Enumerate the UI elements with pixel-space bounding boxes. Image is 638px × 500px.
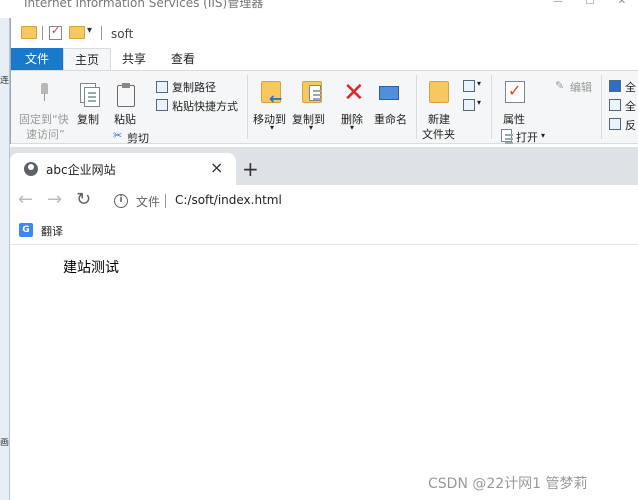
quick-access-toolbar: ▾ soft: [11, 18, 638, 48]
paste-icon: [117, 83, 135, 107]
iis-left-fragment: 画: [0, 438, 10, 448]
edit-icon: ✎: [555, 79, 565, 92]
new-tab-button[interactable]: +: [242, 157, 259, 181]
new-folder-label-1[interactable]: 新建: [428, 111, 450, 127]
ribbon-separator: [416, 75, 417, 139]
bookmark-translate[interactable]: 翻译: [41, 223, 63, 239]
address-bar[interactable]: C:/soft/index.html: [175, 193, 282, 207]
qat-separator: [42, 26, 43, 40]
copy-to-doc-icon: [309, 85, 321, 101]
url-scheme-label: 文件: [136, 195, 161, 209]
tab-share[interactable]: 共享: [113, 48, 155, 70]
delete-icon: ✕: [343, 78, 365, 108]
tab-close-icon[interactable]: ×: [210, 158, 223, 177]
paste-button[interactable]: 粘贴: [114, 111, 136, 127]
pin-label-2[interactable]: 速访问”: [26, 126, 65, 142]
iis-title: Internet Information Services (IIS)管理器: [24, 0, 264, 10]
globe-icon: [24, 162, 38, 176]
iis-left-panel: 连 画: [0, 18, 10, 500]
ribbon-separator: [601, 75, 602, 139]
paste-shortcut-icon: [156, 99, 168, 111]
new-folder-icon: [429, 81, 449, 103]
iis-window-controls: — ☐ ✕: [542, 0, 638, 10]
new-item-icon[interactable]: [463, 80, 475, 92]
explorer-title: soft: [111, 27, 134, 41]
browser-tabstrip: abc企业网站 × +: [10, 147, 638, 185]
select-all-icon: [609, 80, 621, 92]
qat-separator: [101, 26, 102, 40]
pin-icon: [35, 83, 53, 101]
open-chevron-icon[interactable]: ▾: [541, 131, 545, 140]
move-arrow-icon: ←: [269, 89, 283, 108]
select-all-button[interactable]: 全: [625, 79, 636, 95]
forward-button[interactable]: →: [47, 189, 62, 210]
iis-left-fragment: 连: [0, 76, 10, 86]
copy-path-icon: [156, 81, 168, 93]
open-icon: [501, 129, 513, 142]
new-folder-label-2[interactable]: 文件夹: [422, 126, 455, 142]
easy-access-chevron-icon[interactable]: ▾: [477, 98, 481, 107]
ribbon-home: 固定到“快 速访问” 复制 粘贴 复制路径 粘贴快捷方式 ✂ 剪切 ← 移动到 …: [11, 70, 638, 146]
rename-button[interactable]: 重命名: [374, 111, 407, 127]
qat-dropdown-icon[interactable]: ▾: [87, 25, 92, 36]
delete-chevron-icon[interactable]: ▾: [350, 123, 354, 132]
info-icon[interactable]: i: [114, 194, 128, 208]
copy-path-button[interactable]: 复制路径: [172, 79, 216, 95]
easy-access-icon[interactable]: [463, 99, 475, 111]
edit-button[interactable]: 编辑: [570, 79, 592, 95]
tab-home[interactable]: 主页: [63, 48, 111, 70]
properties-icon: [505, 81, 525, 103]
pin-label-1[interactable]: 固定到“快: [19, 111, 69, 127]
tab-view[interactable]: 查看: [161, 48, 205, 70]
scissors-icon: ✂: [113, 129, 123, 142]
paste-shortcut-button[interactable]: 粘贴快捷方式: [172, 98, 238, 114]
properties-check-icon[interactable]: [49, 24, 62, 40]
iis-maximize-button[interactable]: ☐: [574, 0, 606, 10]
select-none-button[interactable]: 全: [625, 98, 636, 114]
page-content: 建站测试: [10, 245, 638, 500]
invert-selection-icon: [609, 118, 621, 130]
new-item-chevron-icon[interactable]: ▾: [477, 79, 481, 88]
open-button[interactable]: 打开: [516, 129, 538, 145]
folder-icon[interactable]: [21, 26, 37, 39]
tab-file[interactable]: 文件: [11, 48, 63, 70]
cut-button[interactable]: 剪切: [127, 130, 149, 146]
page-text: 建站测试: [63, 260, 119, 276]
iis-title-bar: Internet Information Services (IIS)管理器 —…: [0, 0, 638, 18]
browser-tab-title: abc企业网站: [46, 163, 116, 177]
browser-tab-active[interactable]: abc企业网站 ×: [10, 153, 236, 185]
copy-button[interactable]: 复制: [77, 111, 99, 127]
new-folder-icon[interactable]: [69, 26, 85, 39]
copy-icon-back: [84, 87, 100, 107]
select-none-icon: [609, 99, 621, 111]
ribbon-separator: [491, 75, 492, 139]
translate-icon[interactable]: G: [19, 223, 33, 237]
url-divider: [165, 194, 166, 208]
reload-button[interactable]: ↻: [76, 189, 91, 210]
browser-window: abc企业网站 × + ← → ↻ i 文件 C:/soft/index.htm…: [10, 147, 638, 500]
watermark: CSDN @22计网1 管梦莉: [428, 476, 588, 492]
move-to-chevron-icon[interactable]: ▾: [270, 123, 274, 132]
ribbon-separator: [247, 75, 248, 139]
bookmarks-bar: G 翻译: [10, 217, 638, 245]
ribbon-tabs: 文件 主页 共享 查看: [11, 48, 638, 70]
iis-minimize-button[interactable]: —: [542, 0, 574, 10]
properties-button[interactable]: 属性: [503, 111, 525, 127]
invert-selection-button[interactable]: 反: [625, 117, 636, 133]
copy-to-chevron-icon[interactable]: ▾: [309, 123, 313, 132]
file-explorer-window: ▾ soft 文件 主页 共享 查看 固定到“快 速访问” 复制 粘贴 复制路径…: [10, 18, 638, 146]
rename-icon: [379, 86, 399, 100]
back-button[interactable]: ←: [18, 189, 33, 210]
browser-toolbar: ← → ↻ i 文件 C:/soft/index.html: [10, 185, 638, 217]
iis-close-button[interactable]: ✕: [606, 0, 638, 10]
